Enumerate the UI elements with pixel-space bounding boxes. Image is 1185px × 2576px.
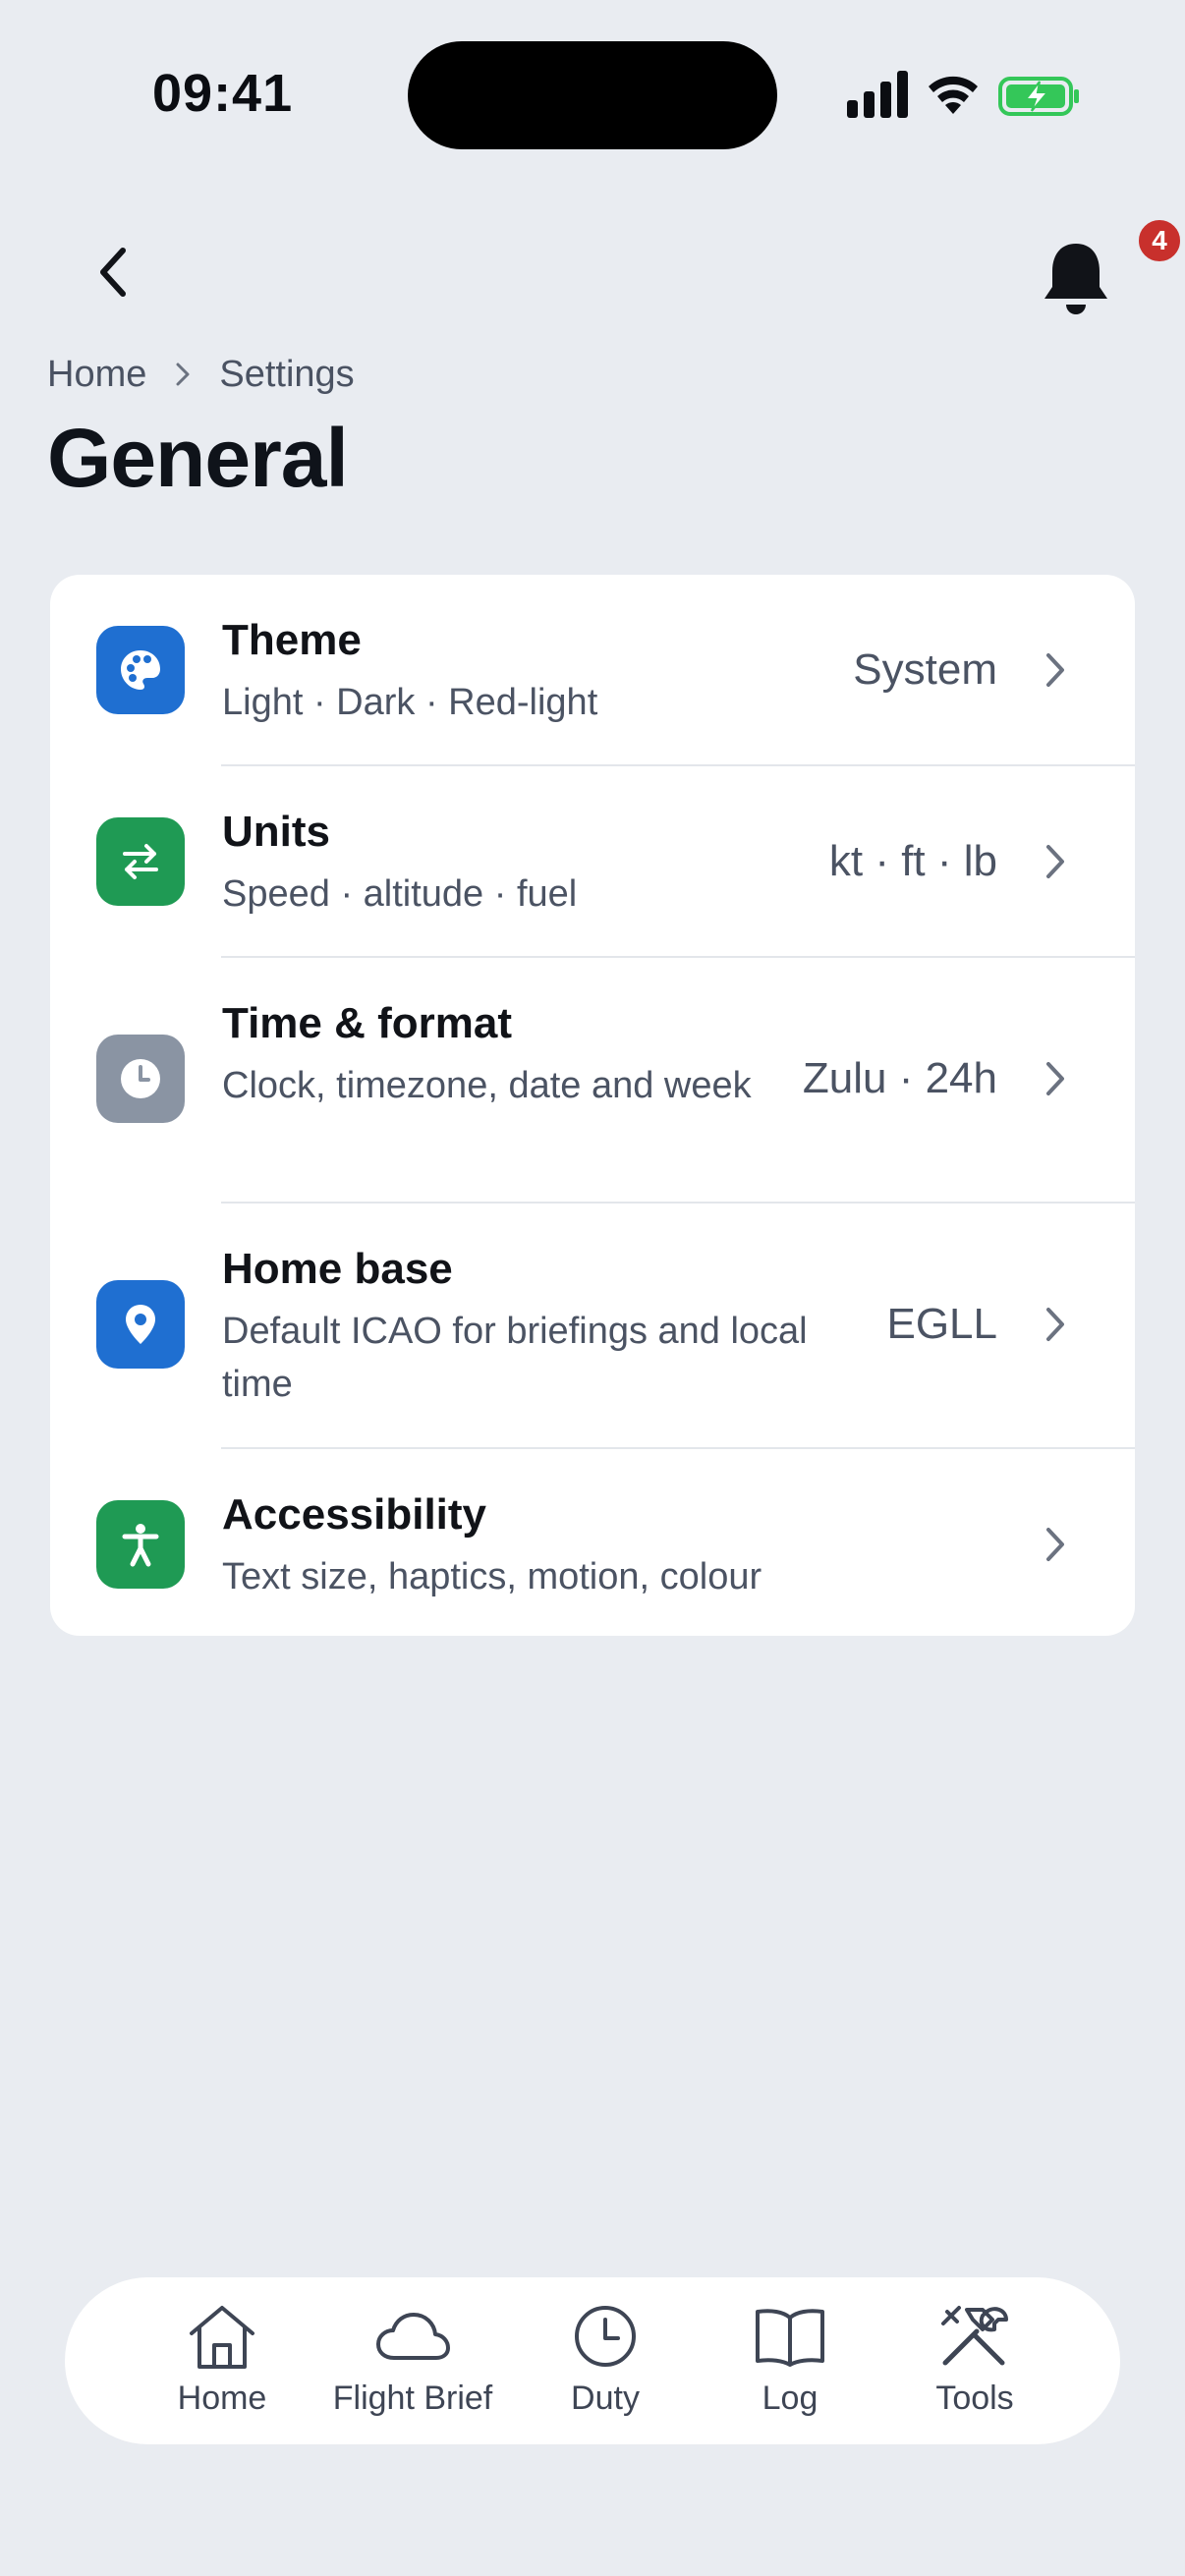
nav-item-log[interactable]: Log [721, 2277, 859, 2444]
settings-row-units[interactable]: Units Speed · altitude · fuel kt · ft · … [50, 766, 1135, 958]
chevron-right-icon [168, 360, 198, 389]
page-title: General [47, 412, 349, 504]
row-subtitle: Speed · altitude · fuel [222, 873, 578, 915]
breadcrumb-home[interactable]: Home [47, 354, 146, 396]
status-time: 09:41 [152, 64, 294, 123]
row-value: System [853, 645, 997, 694]
settings-row-time-format[interactable]: Time & format Clock, timezone, date and … [50, 958, 1135, 1204]
tools-icon [935, 2299, 1014, 2374]
wifi-icon [929, 76, 978, 114]
cloud-icon [373, 2299, 452, 2374]
row-value: Zulu · 24h [802, 1054, 997, 1102]
row-title: Units [222, 808, 330, 856]
chevron-right-icon [1039, 1300, 1072, 1349]
chevron-right-icon [1039, 1520, 1072, 1569]
row-title: Accessibility [222, 1490, 487, 1539]
breadcrumb: Home Settings [47, 350, 355, 399]
location-pin-icon [96, 1280, 185, 1369]
nav-label: Flight Brief [332, 2380, 493, 2417]
notification-badge: 4 [1135, 216, 1184, 265]
swap-arrows-icon [96, 817, 185, 906]
clock-icon [96, 1035, 185, 1123]
row-subtitle: Clock, timezone, date and week [222, 1065, 752, 1106]
nav-item-tools[interactable]: Tools [906, 2277, 1044, 2444]
battery-charging-icon [998, 77, 1079, 116]
settings-card: Theme Light · Dark · Red-light System Un… [50, 575, 1135, 1636]
nav-label: Home [177, 2380, 267, 2417]
chevron-right-icon [1039, 1054, 1072, 1103]
breadcrumb-settings[interactable]: Settings [219, 354, 354, 396]
row-value: EGLL [886, 1300, 997, 1348]
notifications-button[interactable]: 4 [1037, 216, 1184, 324]
settings-row-home-base[interactable]: Home base Default ICAO for briefings and… [50, 1204, 1135, 1449]
row-title: Theme [222, 616, 362, 664]
dynamic-island [408, 41, 777, 149]
cellular-signal-icon [847, 71, 908, 118]
row-title: Time & format [222, 999, 513, 1047]
bell-icon [1044, 244, 1107, 314]
nav-item-duty[interactable]: Duty [536, 2277, 674, 2444]
nav-item-home[interactable]: Home [143, 2277, 301, 2444]
row-subtitle: Default ICAO for briefings and local tim… [222, 1311, 808, 1405]
row-title: Home base [222, 1245, 453, 1293]
palette-icon [96, 626, 185, 714]
chevron-right-icon [1039, 837, 1072, 886]
chevron-right-icon [1039, 645, 1072, 695]
accessibility-icon [96, 1500, 185, 1589]
bottom-navigation: Home Flight Brief Duty Log Tools [65, 2277, 1120, 2444]
row-subtitle: Light · Dark · Red-light [222, 682, 598, 723]
house-icon [183, 2299, 261, 2374]
settings-row-accessibility[interactable]: Accessibility Text size, haptics, motion… [50, 1449, 1135, 1636]
row-subtitle: Text size, haptics, motion, colour [222, 1556, 762, 1597]
nav-label: Tools [935, 2380, 1014, 2417]
book-icon [751, 2299, 829, 2374]
chevron-left-icon [100, 248, 126, 297]
nav-label: Duty [571, 2380, 640, 2417]
back-button[interactable] [77, 228, 149, 316]
row-value: kt · ft · lb [828, 837, 997, 885]
nav-item-flight-brief[interactable]: Flight Brief [314, 2277, 511, 2444]
clock-icon [566, 2299, 645, 2374]
settings-row-theme[interactable]: Theme Light · Dark · Red-light System [50, 575, 1135, 766]
nav-label: Log [762, 2380, 818, 2417]
